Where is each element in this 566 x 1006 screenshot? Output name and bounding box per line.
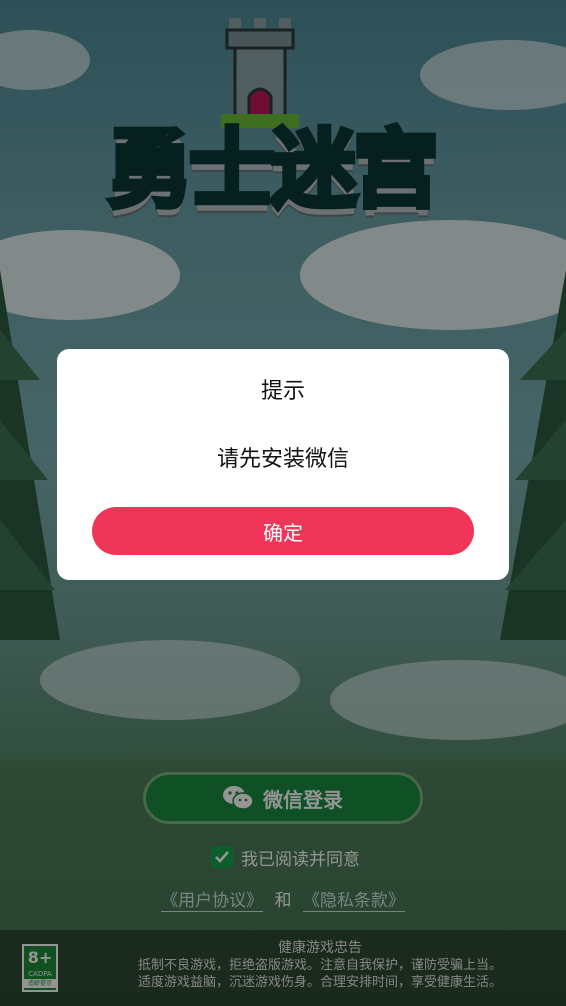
dialog-message: 请先安装微信 (216, 447, 349, 472)
confirm-button[interactable]: 确定 (92, 507, 474, 555)
alert-dialog: 提示 请先安装微信 确定 (57, 349, 509, 580)
dialog-title: 提示 (260, 379, 305, 404)
